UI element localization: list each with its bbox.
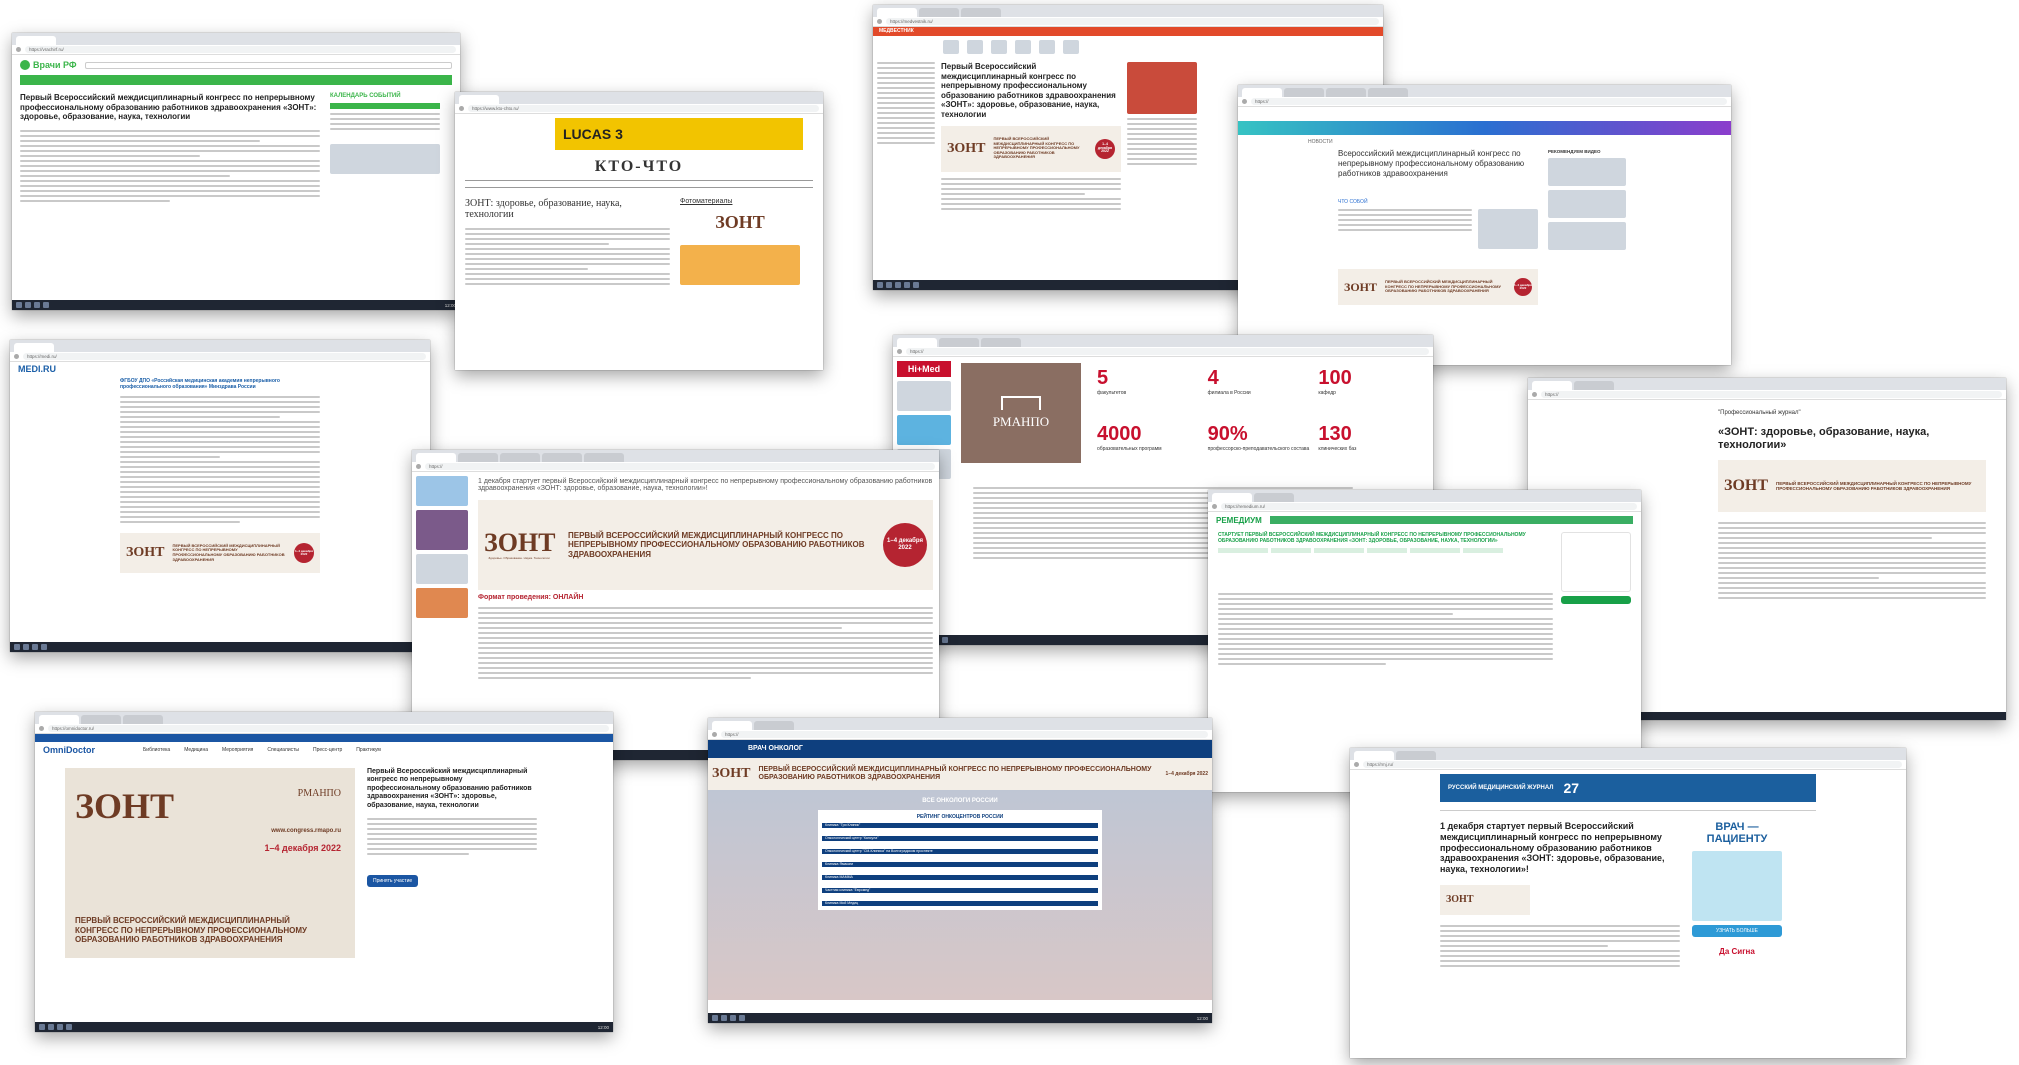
zont-logo: ЗОНТ <box>947 140 986 156</box>
leaf-icon <box>20 60 30 70</box>
shot-kto-chto: https://www.kto-chto.ru/ LUCAS 3 КТО-ЧТО… <box>455 92 823 370</box>
section-label: НОВОСТИ <box>1308 139 1333 145</box>
vrachi-logo[interactable]: Врачи РФ <box>20 60 77 70</box>
shot-vrach-onkolog: https:// ВРАЧ ОНКОЛОГ ЗОНТ ПЕРВЫЙ ВСЕРОС… <box>708 718 1212 1023</box>
site-logo[interactable]: OmniDoctor <box>43 745 95 755</box>
section-label: ВСЕ ОНКОЛОГИ РОССИИ <box>922 798 998 804</box>
zont-logo: ЗОНТ <box>1446 893 1474 905</box>
zont-tagline: Здоровье. Образование. Наука. Технологии <box>488 556 550 560</box>
ad-image[interactable] <box>680 245 800 285</box>
site-bar[interactable]: МЕДВЕСТНИК <box>873 27 1383 36</box>
banner-text: ПЕРВЫЙ ВСЕРОССИЙСКИЙ МЕЖДИСЦИПЛИНАРНЫЙ К… <box>75 916 307 944</box>
article-title: ЗОНТ: здоровье, образование, наука, техн… <box>465 198 622 220</box>
dates-badge: 1–4 декабря 2022 <box>294 543 314 563</box>
shot-remedium: https://remedium.ru/ РЕМЕДИУМ СТАРТУЕТ П… <box>1208 490 1641 792</box>
screenshot-collage: https://vrachirf.ru/ Врачи РФ Первый Все… <box>0 0 2019 1065</box>
video-thumb[interactable] <box>1548 190 1626 218</box>
search-input[interactable] <box>84 61 452 69</box>
site-logo[interactable]: MEDI.RU <box>18 364 56 374</box>
site-url: www.congress.rmapo.ru <box>271 828 341 834</box>
shot-medi-ru: https://medi.ru/ MEDI.RU ФГБОУ ДПО «Росс… <box>10 340 430 652</box>
journal-name[interactable]: "Профессиональный журнал" <box>1718 410 1986 416</box>
ad-footer: Да Сигна <box>1719 947 1755 956</box>
site-logo[interactable]: РЕМЕДИУМ <box>1216 516 1262 525</box>
rmanpo-logo: РМАНПО <box>961 363 1081 463</box>
sub-heading: ЧТО СОБОЙ <box>1338 199 1368 205</box>
zont-logo: ЗОНТ <box>126 545 165 560</box>
article-title: 1 декабря стартует первый Всероссийский … <box>1440 821 1665 875</box>
login-form[interactable] <box>1561 532 1631 592</box>
format-label: Формат проведения: ОНЛАЙН <box>478 594 584 601</box>
dates-badge: 1–4 декабря 2022 <box>1095 138 1115 159</box>
ad-image[interactable] <box>1127 62 1197 114</box>
ad-image[interactable] <box>1692 851 1782 921</box>
banner-text: ПЕРВЫЙ ВСЕРОССИЙСКИЙ МЕЖДИСЦИПЛИНАРНЫЙ К… <box>568 531 865 559</box>
lucas-ad[interactable]: LUCAS 3 <box>555 118 803 150</box>
article-title: ФГБОУ ДПО «Российская медицинская академ… <box>120 378 280 390</box>
nav-bar[interactable] <box>1440 802 1816 811</box>
shot-rmj: https://rmj.ru/ РУССКИЙ МЕДИЦИНСКИЙ ЖУРН… <box>1350 748 1906 1058</box>
calendar-widget[interactable] <box>330 103 440 109</box>
main-nav[interactable]: Библиотека Медицина Мероприятия Специалисты… <box>143 747 381 753</box>
video-thumb[interactable] <box>1478 209 1538 249</box>
side-title: РЕКОМЕНДУЕМ ВИДЕО <box>1548 149 1601 154</box>
rating-section: ВСЕ ОНКОЛОГИ РОССИИ РЕЙТИНГ ОНКОЦЕНТРОВ … <box>708 790 1212 1000</box>
shot-news-portal: https:// НОВОСТИ Всероссийский междисцип… <box>1238 85 1731 365</box>
site-header[interactable]: РУССКИЙ МЕДИЦИНСКИЙ ЖУРНАЛ 27 <box>1440 774 1816 802</box>
article-title: Первый Всероссийский междисциплинарный к… <box>20 93 317 122</box>
ad-title: ВРАЧ — ПАЦИЕНТУ <box>1706 821 1768 845</box>
zont-banner: ЗОНТ ПЕРВЫЙ ВСЕРОССИЙСКИЙ МЕЖДИСЦИПЛИНАР… <box>708 758 1212 790</box>
zont-logo: ЗОНТ <box>75 786 175 826</box>
rating-table: РЕЙТИНГ ОНКОЦЕНТРОВ РОССИИ Клиника "Три … <box>818 810 1102 910</box>
zont-logo: ЗОНТ <box>1344 280 1378 294</box>
icon-row[interactable] <box>873 36 1383 58</box>
dates-badge: 1–4 декабря 2022 <box>1514 278 1532 296</box>
site-logo[interactable]: ВРАЧ ОНКОЛОГ <box>708 740 1212 758</box>
zont-logo: ЗОНТ <box>484 528 556 557</box>
calendar-title: КАЛЕНДАРЬ СОБЫТИЙ <box>330 93 401 99</box>
banner-text: ПЕРВЫЙ ВСЕРОССИЙСКИЙ МЕЖДИСЦИПЛИНАРНЫЙ К… <box>1776 481 1972 492</box>
nav-bar[interactable] <box>1269 516 1633 524</box>
article-title: «ЗОНТ: здоровье, образование, наука, тех… <box>1718 426 1930 452</box>
zont-logo: ЗОНТ <box>715 212 765 232</box>
left-menu[interactable] <box>877 62 935 210</box>
shot-vrachi-rf: https://vrachirf.ru/ Врачи РФ Первый Все… <box>12 33 460 310</box>
nav-bar[interactable] <box>20 75 452 85</box>
banner-text: ПЕРВЫЙ ВСЕРОССИЙСКИЙ МЕЖДИСЦИПЛИНАРНЫЙ К… <box>993 136 1080 160</box>
participate-button[interactable]: Принять участие <box>367 874 419 887</box>
himed-ad[interactable]: Hi+Med <box>897 361 951 377</box>
shot-omnidoctor: https://omnidoctor.ru/ OmniDoctor Библио… <box>35 712 613 1032</box>
stats-grid: 5 факультетов 4 филиала в России 100 кафедр… <box>1097 367 1357 452</box>
zont-logo: ЗОНТ <box>1724 477 1769 495</box>
nav-bar[interactable] <box>465 180 813 188</box>
zont-banner: ЗОНТ Здоровье. Образование. Наука. Техно… <box>478 500 933 590</box>
dates-label: 1–4 декабря 2022 <box>1165 771 1208 777</box>
tags[interactable] <box>1218 548 1553 553</box>
video-thumb[interactable] <box>1548 222 1626 250</box>
side-label[interactable]: Фотоматериалы <box>680 198 800 205</box>
login-button[interactable] <box>1561 596 1631 604</box>
banner-text: ПЕРВЫЙ ВСЕРОССИЙСКИЙ МЕЖДИСЦИПЛИНАРНЫЙ К… <box>172 542 285 562</box>
article-title: 1 декабря стартует первый Всероссийский … <box>478 478 933 492</box>
learn-more-button[interactable]: УЗНАТЬ БОЛЬШЕ <box>1692 925 1782 937</box>
banner-text: ПЕРВЫЙ ВСЕРОССИЙСКИЙ МЕЖДИСЦИПЛИНАРНЫЙ К… <box>1385 279 1501 294</box>
article-title: Первый Всероссийский междисциплинарный к… <box>367 768 532 809</box>
zont-logo: ЗОНТ <box>712 766 751 781</box>
hero-strip <box>1238 121 1731 135</box>
article-title: Первый Всероссийский междисциплинарный к… <box>941 62 1116 119</box>
dates-label: 1–4 декабря 2022 <box>264 843 341 853</box>
dates-badge: 1–4 декабря 2022 <box>883 523 927 567</box>
banner-text: ПЕРВЫЙ ВСЕРОССИЙСКИЙ МЕЖДИСЦИПЛИНАРНЫЙ К… <box>758 765 1152 781</box>
site-logo[interactable]: КТО-ЧТО <box>455 158 823 176</box>
ad-image[interactable] <box>330 144 440 174</box>
article-title: Всероссийский междисциплинарный конгресс… <box>1338 149 1525 178</box>
video-thumb[interactable] <box>1548 158 1626 186</box>
article-title: СТАРТУЕТ ПЕРВЫЙ ВСЕРОССИЙСКИЙ МЕЖДИСЦИПЛ… <box>1218 532 1526 544</box>
rmanpo-label: РМАНПО <box>297 788 341 799</box>
event-banner: ЗОНТ РМАНПО www.congress.rmapo.ru 1–4 де… <box>65 768 355 958</box>
table-row[interactable]: Клиника Мой Медиц <box>822 901 1098 906</box>
